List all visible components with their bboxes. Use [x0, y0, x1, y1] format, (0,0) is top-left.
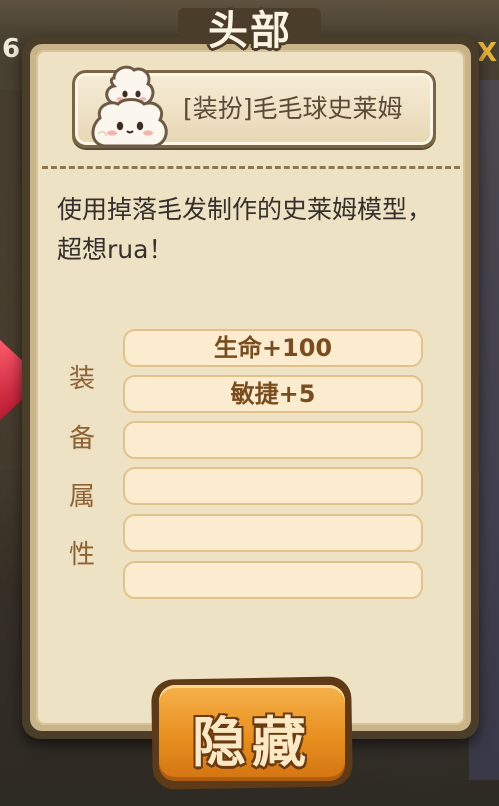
- section-divider: [42, 166, 460, 169]
- hide-button[interactable]: 隐藏: [151, 676, 353, 790]
- attribute-slot: 生命+100: [123, 329, 423, 367]
- panel-title: 头部: [190, 2, 310, 58]
- attribute-slot: [123, 514, 423, 552]
- attribute-label-char-3: 属: [68, 482, 95, 512]
- attribute-slot: [123, 421, 423, 459]
- cream-slime-icon: [91, 65, 168, 148]
- attribute-label-char-2: 备: [68, 424, 95, 454]
- background-level-number: 6: [2, 34, 21, 64]
- attribute-slot: 敏捷+5: [123, 375, 423, 413]
- attribute-slot: [123, 561, 423, 599]
- item-description: 使用掉落毛发制作的史莱姆模型，超想rua！: [57, 195, 433, 264]
- panel-title-text: 头部: [208, 8, 292, 54]
- attribute-slot: [123, 467, 423, 505]
- background-close-mark: X: [476, 38, 497, 68]
- hide-button-label: 隐藏: [192, 711, 312, 774]
- item-name: [装扮]毛毛球史莱姆: [183, 94, 403, 123]
- attribute-label-char-4: 性: [68, 540, 95, 570]
- attribute-label-char-1: 装: [68, 364, 95, 394]
